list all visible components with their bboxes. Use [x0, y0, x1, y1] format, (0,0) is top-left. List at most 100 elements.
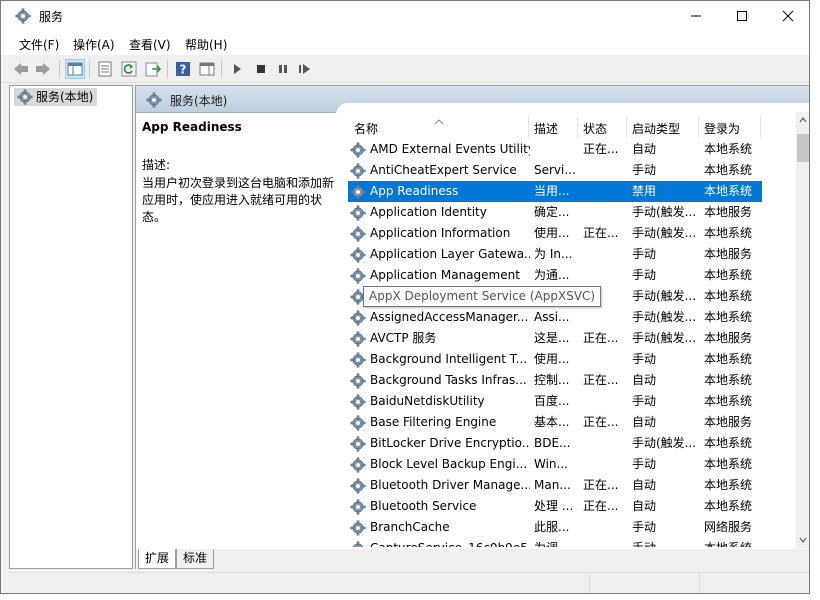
service-row[interactable]: Background Tasks Infras... 控制... 正在... 自动 本地… [348, 370, 762, 391]
refresh-button[interactable] [119, 59, 139, 79]
service-description: 控制... [534, 373, 570, 387]
service-log-on-as: 本地系统 [704, 478, 753, 492]
service-name: App Readiness [370, 184, 459, 198]
service-row[interactable]: Base Filtering Engine 基本... 正在... 自动 本地服务 [348, 412, 762, 433]
service-status: 正在... [583, 478, 619, 492]
service-log-on-as: 本地服务 [704, 205, 753, 219]
service-log-on-as: 本地系统 [704, 142, 753, 156]
export-list-button[interactable] [143, 59, 163, 79]
menu-view[interactable]: 查看(V) [129, 36, 171, 53]
service-log-on-as: 本地系统 [704, 268, 753, 282]
service-row[interactable]: AssignedAccessManager... Assi... 手动(触发... 本… [348, 307, 762, 328]
service-row[interactable]: Application Management 为通... 手动 本地系统 [348, 265, 762, 286]
service-name: Background Tasks Infras... [370, 373, 527, 387]
service-name: AVCTP 服务 [370, 331, 437, 345]
service-row[interactable]: AntiCheatExpert Service Servi... 手动 本地系统 [348, 160, 762, 181]
pause-service-button[interactable] [273, 59, 293, 79]
service-row[interactable]: BranchCache 此服... 手动 网络服务 [348, 517, 762, 538]
close-button[interactable] [765, 1, 809, 31]
service-row[interactable]: App Readiness 当用... 禁用 本地系统 [348, 181, 762, 202]
column-header-startup-type[interactable]: 启动类型 [632, 120, 680, 137]
show-hide-action-pane-icon [199, 62, 215, 76]
service-row[interactable]: Application Identity 确定... 手动(触发... 本地服务 [348, 202, 762, 223]
service-startup-type: 手动(触发... [632, 226, 697, 240]
tab-standard[interactable]: 标准 [176, 549, 215, 569]
service-row[interactable]: AVCTP 服务 这是... 正在... 手动(触发... 本地服务 [348, 328, 762, 349]
scroll-up-button[interactable] [796, 112, 809, 128]
tree-item-label: 服务(本地) [36, 90, 94, 104]
tree-item-services-local[interactable]: 服务(本地) [14, 88, 98, 106]
service-status: 正在... [583, 415, 619, 429]
service-row[interactable]: BaiduNetdiskUtility 百度... 手动 本地系统 [348, 391, 762, 412]
service-row[interactable]: BitLocker Drive Encryptio... BDE... 手动(触发.… [348, 433, 762, 454]
service-row[interactable]: Background Intelligent T... 使用... 手动 本地系统 [348, 349, 762, 370]
service-log-on-as: 本地系统 [704, 352, 753, 366]
properties-icon [98, 61, 112, 77]
service-description: 使用... [534, 226, 570, 240]
description-panel: App Readiness 描述: 当用户初次登录到这台电脑和添加新应用时，使应… [142, 120, 338, 226]
service-status: 正在... [583, 373, 619, 387]
title-bar[interactable]: 服务 [1, 1, 809, 31]
console-tree-button[interactable] [65, 59, 85, 79]
service-description: 为调... [534, 538, 576, 547]
scroll-down-button[interactable] [796, 532, 809, 548]
service-name: Application Information [370, 226, 511, 240]
column-header-status[interactable]: 状态 [583, 120, 607, 137]
service-startup-type: 手动(触发... [632, 331, 697, 345]
service-name: Background Intelligent T... [370, 352, 528, 366]
service-name: BaiduNetdiskUtility [370, 394, 485, 408]
scroll-thumb[interactable] [797, 134, 809, 162]
tab-extended[interactable]: 扩展 [138, 549, 177, 569]
service-log-on-as: 本地系统 [704, 394, 753, 408]
service-description: 当用... [534, 184, 570, 198]
services-gear-icon [15, 8, 31, 24]
service-startup-type: 手动 [632, 247, 657, 261]
pause-service-icon [279, 65, 287, 73]
menu-help[interactable]: 帮助(H) [185, 36, 227, 53]
service-startup-type: 自动 [632, 142, 657, 156]
properties-button[interactable] [95, 59, 115, 79]
service-name: AssignedAccessManager... [370, 310, 529, 324]
service-log-on-as: 本地系统 [704, 226, 753, 240]
menu-file[interactable]: 文件(F) [19, 36, 59, 53]
stop-service-button[interactable] [251, 59, 271, 79]
service-row[interactable]: CaptureService_16c0b9e5... 为调... 手动本地系统 [348, 538, 762, 547]
service-description: 这是... [534, 331, 570, 345]
service-log-on-as: 网络服务 [704, 520, 753, 534]
restart-service-icon [299, 64, 310, 74]
stop-service-icon [257, 65, 265, 73]
start-service-button[interactable] [227, 59, 247, 79]
service-startup-type: 手动 [632, 268, 657, 282]
service-status: 正在... [583, 226, 619, 240]
service-row[interactable]: Bluetooth Service 处理 ... 正在... 自动 本地系统 [348, 496, 762, 517]
service-row[interactable]: Block Level Backup Engi... Win... 手动 本地系统 [348, 454, 762, 475]
action-pane-button[interactable] [197, 59, 217, 79]
service-row[interactable]: Application Layer Gatewa... 为 In... 手动 本地服务 [348, 244, 762, 265]
service-log-on-as: 本地系统 [704, 163, 753, 177]
column-header-log-on-as[interactable]: 登录为 [704, 120, 740, 137]
service-description: Assi... [534, 310, 570, 324]
restart-service-button[interactable] [295, 59, 315, 79]
service-startup-type: 手动 [632, 457, 657, 471]
menu-action[interactable]: 操作(A) [73, 36, 115, 53]
service-row[interactable]: Application Information 使用... 正在... 手动(触发..… [348, 223, 762, 244]
vertical-scrollbar[interactable] [796, 112, 809, 548]
service-name: Application Layer Gatewa... [370, 247, 530, 261]
sort-ascending-icon [434, 114, 444, 128]
help-button[interactable]: ? [173, 59, 193, 79]
column-header-description[interactable]: 描述 [534, 120, 558, 137]
list-header: 名称 描述 状态 启动类型 登录为 [348, 113, 798, 139]
back-button[interactable] [11, 59, 31, 79]
minimize-button[interactable] [673, 1, 719, 31]
service-log-on-as: 本地系统 [704, 499, 753, 513]
column-header-name[interactable]: 名称 [354, 120, 378, 137]
service-startup-type: 手动(触发... [632, 289, 697, 303]
forward-button[interactable] [33, 59, 53, 79]
service-log-on-as: 本地系统 [704, 457, 753, 471]
service-description: BDE... [534, 436, 571, 450]
svg-text:?: ? [180, 63, 187, 77]
maximize-button[interactable] [719, 1, 765, 31]
service-row[interactable]: Bluetooth Driver Manage... Man... 正在... 自动 本… [348, 475, 762, 496]
service-description: Win... [534, 457, 568, 471]
service-row[interactable]: AMD External Events Utility 正在... 自动 本地系统 [348, 139, 762, 160]
